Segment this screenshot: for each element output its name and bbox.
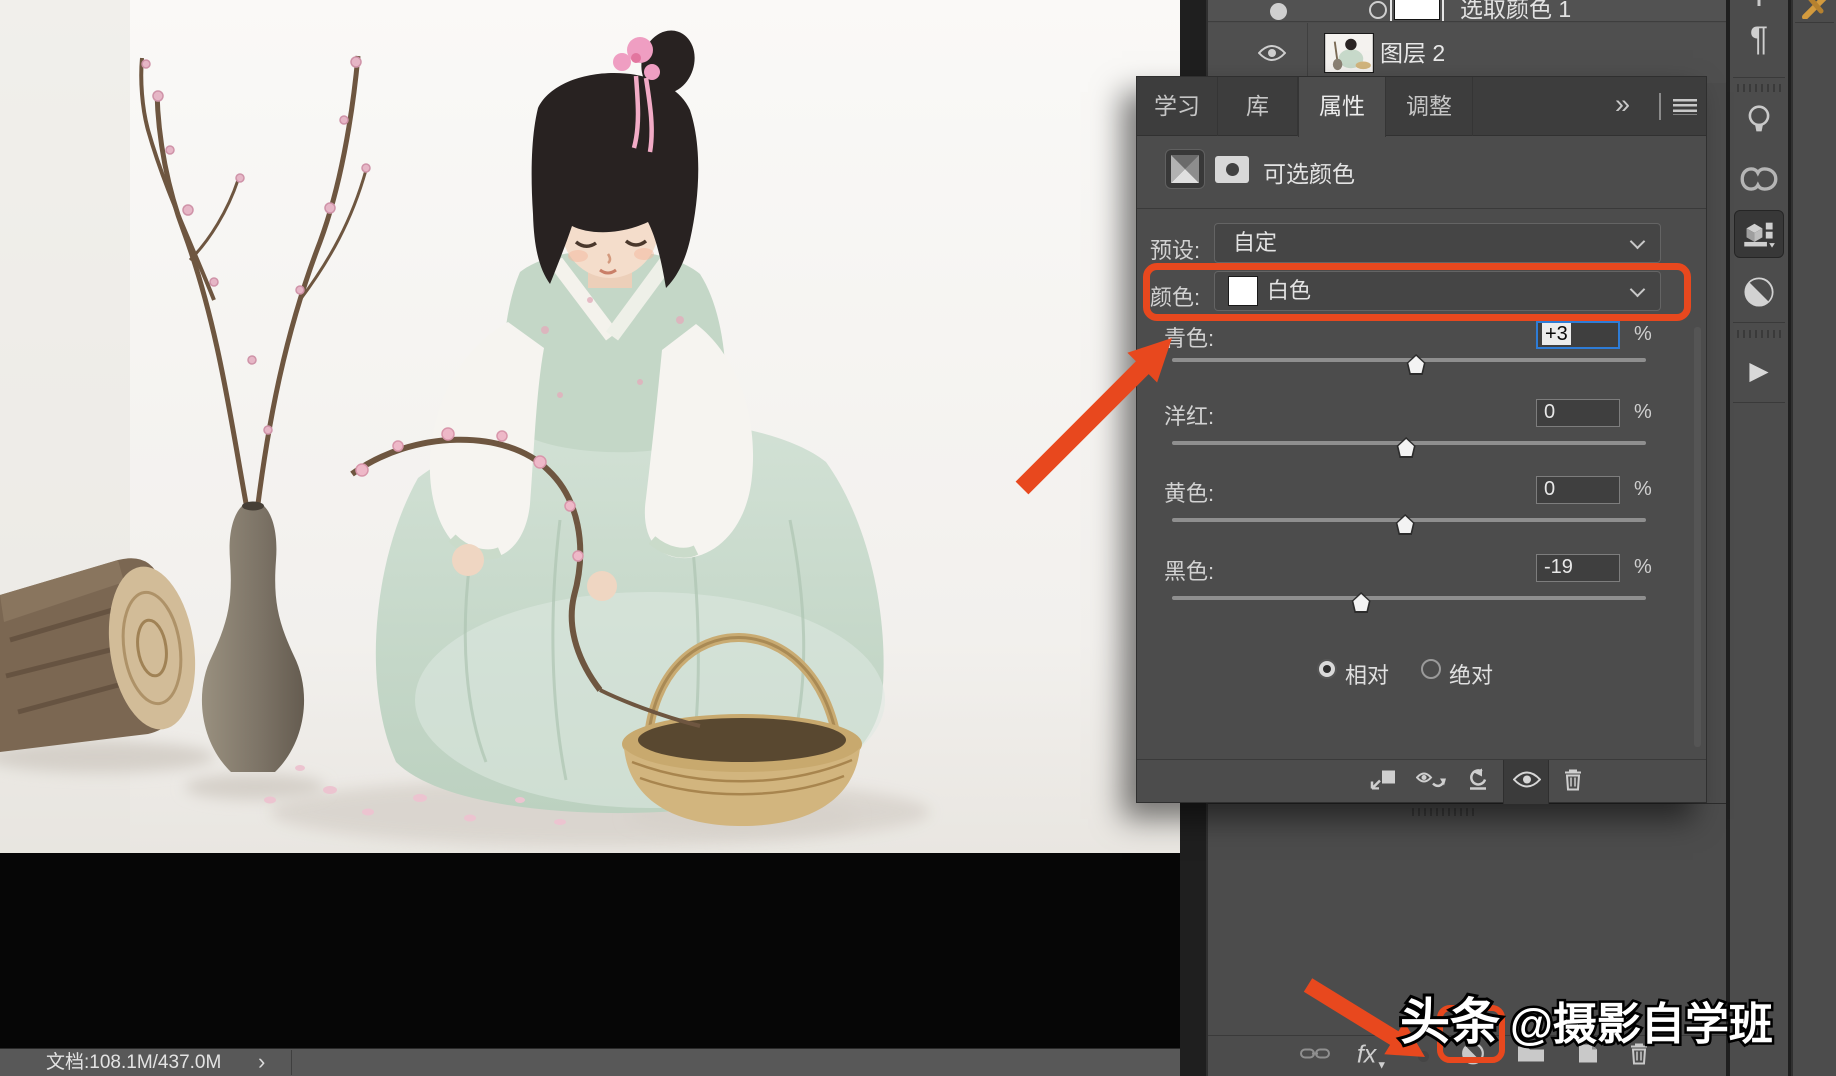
panel-scrollbar[interactable] xyxy=(1694,327,1701,747)
relative-radio[interactable] xyxy=(1317,659,1337,679)
tab-divider xyxy=(1659,93,1661,120)
paragraph-panel-icon[interactable]: ¶ xyxy=(1750,20,1768,59)
panel-resize-handle[interactable] xyxy=(1208,803,1726,818)
partial-tool-icon xyxy=(1801,0,1831,19)
collapse-panel-icon[interactable]: » xyxy=(1615,89,1632,120)
header-divider xyxy=(1137,208,1706,209)
highlight-annotation-color-row xyxy=(1143,263,1691,321)
adjustments-panel-icon[interactable] xyxy=(1743,276,1775,313)
canvas-photo[interactable] xyxy=(0,0,1180,853)
canvas-background xyxy=(0,853,1180,1048)
strip-divider xyxy=(1733,322,1785,323)
magenta-unit: % xyxy=(1634,401,1652,424)
document-area: 文档:108.1M/437.0M › xyxy=(0,0,1180,1076)
status-divider xyxy=(291,1050,292,1075)
strip-grip[interactable] xyxy=(1737,84,1781,92)
watermark-handle: @摄影自学班 xyxy=(1510,988,1773,1052)
watermark: 头条 @摄影自学班 xyxy=(1400,982,1773,1054)
layer-name[interactable]: 选取颜色 1 xyxy=(1460,0,1571,22)
watermark-brand: 头条 xyxy=(1400,982,1500,1054)
black-slider-thumb[interactable] xyxy=(1350,592,1372,613)
chevron-down-icon xyxy=(1630,234,1646,250)
layer-row-2[interactable]: 图层 2 xyxy=(1208,23,1726,83)
panel-menu-icon[interactable] xyxy=(1673,99,1697,115)
black-slider-label: 黑色: xyxy=(1164,554,1214,586)
properties-footer xyxy=(1137,759,1706,804)
magenta-slider-label: 洋红: xyxy=(1164,399,1214,431)
photoshop-window: 文档:108.1M/437.0M › 选取颜色 1 图层 2 xyxy=(0,0,1836,1076)
yellow-slider-thumb[interactable] xyxy=(1394,514,1416,535)
far-right-panel-edge xyxy=(1791,0,1836,1076)
black-unit: % xyxy=(1634,556,1652,579)
visibility-toggle-button[interactable] xyxy=(1503,760,1549,804)
layer-mask-thumbnail[interactable] xyxy=(1394,0,1440,20)
properties-panel-icon[interactable] xyxy=(1734,210,1784,258)
document-size-label: 文档:108.1M/437.0M xyxy=(46,1049,221,1076)
yellow-slider-label: 黄色: xyxy=(1164,476,1214,508)
strip-divider xyxy=(1733,77,1785,78)
docked-icon-strip: ¶ ▶ xyxy=(1730,0,1788,1076)
delete-adjustment-icon[interactable] xyxy=(1563,768,1583,797)
panel-tab-bar: 学习 库 属性 调整 » xyxy=(1137,77,1706,136)
absolute-radio[interactable] xyxy=(1421,659,1441,679)
preset-value: 自定 xyxy=(1233,224,1277,262)
panel-title: 可选颜色 xyxy=(1263,155,1355,189)
layer-row-selective-color[interactable]: 选取颜色 1 xyxy=(1208,0,1726,22)
reset-icon[interactable] xyxy=(1466,769,1490,796)
magenta-slider-thumb[interactable] xyxy=(1395,437,1417,458)
lightbulb-learn-icon[interactable] xyxy=(1746,104,1772,143)
yellow-unit: % xyxy=(1634,478,1652,501)
link-layers-icon[interactable] xyxy=(1300,1046,1330,1067)
clip-to-layer-icon[interactable] xyxy=(1369,770,1397,795)
absolute-label[interactable]: 绝对 xyxy=(1449,658,1493,690)
layer-thumbnail[interactable] xyxy=(1324,33,1374,73)
layer-name[interactable]: 图层 2 xyxy=(1380,23,1445,83)
tab-learn[interactable]: 学习 xyxy=(1137,77,1218,136)
magenta-value-input[interactable]: 0 xyxy=(1536,399,1620,427)
cyan-unit: % xyxy=(1634,323,1652,346)
strip-grip[interactable] xyxy=(1737,330,1781,338)
adjustment-thumbnail-icon[interactable] xyxy=(1369,1,1387,19)
selective-color-icon xyxy=(1165,149,1205,189)
properties-panel: 学习 库 属性 调整 » 可选颜色 预设: 自定 颜色: 白色 青色: +3 xyxy=(1136,76,1707,803)
status-chevron-icon[interactable]: › xyxy=(258,1049,265,1075)
cyan-value-input[interactable]: +3 xyxy=(1536,321,1620,349)
black-value-input[interactable]: -19 xyxy=(1536,554,1620,582)
actions-play-icon[interactable]: ▶ xyxy=(1749,356,1768,386)
preset-dropdown[interactable]: 自定 xyxy=(1214,223,1661,263)
strip-divider xyxy=(1733,402,1785,403)
visibility-eye-icon[interactable] xyxy=(1270,3,1287,20)
tab-libraries[interactable]: 库 xyxy=(1218,77,1298,136)
eye-icon xyxy=(1513,771,1541,794)
view-previous-state-icon[interactable] xyxy=(1416,770,1448,795)
document-status-bar: 文档:108.1M/437.0M › xyxy=(0,1048,1180,1076)
preset-label: 预设: xyxy=(1150,233,1200,265)
cyan-slider-thumb[interactable] xyxy=(1405,354,1427,375)
column-divider xyxy=(1307,23,1308,83)
strip-divider xyxy=(1795,22,1834,23)
creative-cloud-icon[interactable] xyxy=(1740,166,1778,197)
relative-label[interactable]: 相对 xyxy=(1345,658,1389,690)
layer-style-fx-icon[interactable]: fx▼ xyxy=(1357,1041,1387,1072)
visibility-eye-icon[interactable] xyxy=(1258,44,1286,67)
mask-thumbnail-icon xyxy=(1215,156,1249,183)
tab-adjustments[interactable]: 调整 xyxy=(1386,77,1473,136)
cyan-slider-label: 青色: xyxy=(1164,321,1214,353)
partial-icon xyxy=(1758,0,1761,6)
yellow-value-input[interactable]: 0 xyxy=(1536,476,1620,504)
tab-properties[interactable]: 属性 xyxy=(1298,77,1386,137)
